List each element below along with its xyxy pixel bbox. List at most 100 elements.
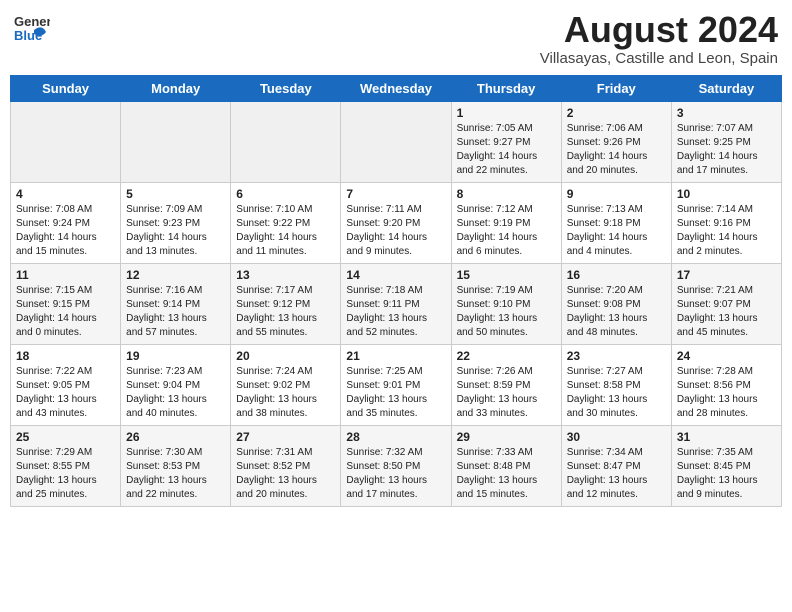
day-info: Sunrise: 7:30 AMSunset: 8:53 PMDaylight:… (126, 446, 225, 502)
calendar-cell: 12 Sunrise: 7:16 AMSunset: 9:14 PMDayligh… (121, 263, 231, 344)
day-number: 15 (457, 268, 556, 282)
day-number: 17 (677, 268, 776, 282)
day-number: 22 (457, 349, 556, 363)
calendar-week-5: 25Sunrise: 7:29 AMSunset: 8:55 PMDayligh… (11, 425, 782, 506)
day-info: Sunrise: 7:06 AMSunset: 9:26 PMDaylight:… (567, 122, 666, 178)
calendar-cell: 29 Sunrise: 7:33 AMSunset: 8:48 PMDayligh… (451, 425, 561, 506)
calendar-cell: 25Sunrise: 7:29 AMSunset: 8:55 PMDayligh… (11, 425, 121, 506)
day-number: 11 (16, 268, 115, 282)
day-number: 13 (236, 268, 335, 282)
weekday-header-tuesday: Tuesday (231, 75, 341, 101)
day-info: Sunrise: 7:14 AMSunset: 9:16 PMDaylight:… (677, 203, 776, 259)
day-info: Sunrise: 7:20 AMSunset: 9:08 PMDaylight:… (567, 284, 666, 340)
day-number: 25 (16, 430, 115, 444)
weekday-header-monday: Monday (121, 75, 231, 101)
page-header: General Blue August 2024 Villasayas, Cas… (10, 10, 782, 67)
day-info: Sunrise: 7:12 AMSunset: 9:19 PMDaylight:… (457, 203, 556, 259)
day-number: 30 (567, 430, 666, 444)
calendar-cell: 15 Sunrise: 7:19 AMSunset: 9:10 PMDayligh… (451, 263, 561, 344)
day-info: Sunrise: 7:10 AMSunset: 9:22 PMDaylight:… (236, 203, 335, 259)
day-info: Sunrise: 7:07 AMSunset: 9:25 PMDaylight:… (677, 122, 776, 178)
day-info: Sunrise: 7:31 AMSunset: 8:52 PMDaylight:… (236, 446, 335, 502)
calendar-cell: 21 Sunrise: 7:25 AMSunset: 9:01 PMDayligh… (341, 344, 451, 425)
calendar-cell: 11 Sunrise: 7:15 AMSunset: 9:15 PMDayligh… (11, 263, 121, 344)
logo: General Blue (14, 10, 50, 46)
day-info: Sunrise: 7:05 AMSunset: 9:27 PMDaylight:… (457, 122, 556, 178)
day-number: 31 (677, 430, 776, 444)
day-info: Sunrise: 7:08 AMSunset: 9:24 PMDaylight:… (16, 203, 115, 259)
day-info: Sunrise: 7:26 AMSunset: 8:59 PMDaylight:… (457, 365, 556, 421)
day-info: Sunrise: 7:15 AMSunset: 9:15 PMDaylight:… (16, 284, 115, 340)
day-info: Sunrise: 7:13 AMSunset: 9:18 PMDaylight:… (567, 203, 666, 259)
day-info: Sunrise: 7:09 AMSunset: 9:23 PMDaylight:… (126, 203, 225, 259)
calendar-week-1: 1 Sunrise: 7:05 AMSunset: 9:27 PMDaylight… (11, 101, 782, 182)
day-number: 20 (236, 349, 335, 363)
calendar-cell: 30 Sunrise: 7:34 AMSunset: 8:47 PMDayligh… (561, 425, 671, 506)
day-number: 14 (346, 268, 445, 282)
day-number: 16 (567, 268, 666, 282)
day-info: Sunrise: 7:34 AMSunset: 8:47 PMDaylight:… (567, 446, 666, 502)
day-info: Sunrise: 7:33 AMSunset: 8:48 PMDaylight:… (457, 446, 556, 502)
day-number: 29 (457, 430, 556, 444)
calendar-cell: 20 Sunrise: 7:24 AMSunset: 9:02 PMDayligh… (231, 344, 341, 425)
calendar-cell: 3 Sunrise: 7:07 AMSunset: 9:25 PMDaylight… (671, 101, 781, 182)
calendar-cell: 18Sunrise: 7:22 AMSunset: 9:05 PMDayligh… (11, 344, 121, 425)
day-info: Sunrise: 7:25 AMSunset: 9:01 PMDaylight:… (346, 365, 445, 421)
day-number: 24 (677, 349, 776, 363)
weekday-header-wednesday: Wednesday (341, 75, 451, 101)
calendar-cell: 26 Sunrise: 7:30 AMSunset: 8:53 PMDayligh… (121, 425, 231, 506)
calendar-cell: 13 Sunrise: 7:17 AMSunset: 9:12 PMDayligh… (231, 263, 341, 344)
day-info: Sunrise: 7:27 AMSunset: 8:58 PMDaylight:… (567, 365, 666, 421)
title-block: August 2024 Villasayas, Castille and Leo… (540, 10, 778, 67)
day-number: 26 (126, 430, 225, 444)
calendar-cell (231, 101, 341, 182)
calendar-cell: 19 Sunrise: 7:23 AMSunset: 9:04 PMDayligh… (121, 344, 231, 425)
day-number: 27 (236, 430, 335, 444)
day-info: Sunrise: 7:17 AMSunset: 9:12 PMDaylight:… (236, 284, 335, 340)
day-info: Sunrise: 7:23 AMSunset: 9:04 PMDaylight:… (126, 365, 225, 421)
day-number: 2 (567, 106, 666, 120)
day-number: 7 (346, 187, 445, 201)
svg-text:Blue: Blue (14, 28, 42, 43)
weekday-header-saturday: Saturday (671, 75, 781, 101)
calendar-week-4: 18Sunrise: 7:22 AMSunset: 9:05 PMDayligh… (11, 344, 782, 425)
day-number: 4 (16, 187, 115, 201)
calendar-cell: 24Sunrise: 7:28 AMSunset: 8:56 PMDayligh… (671, 344, 781, 425)
day-info: Sunrise: 7:21 AMSunset: 9:07 PMDaylight:… (677, 284, 776, 340)
day-number: 12 (126, 268, 225, 282)
calendar-cell (11, 101, 121, 182)
day-number: 10 (677, 187, 776, 201)
calendar-cell: 16 Sunrise: 7:20 AMSunset: 9:08 PMDayligh… (561, 263, 671, 344)
calendar-week-2: 4 Sunrise: 7:08 AMSunset: 9:24 PMDaylight… (11, 182, 782, 263)
day-info: Sunrise: 7:16 AMSunset: 9:14 PMDaylight:… (126, 284, 225, 340)
calendar-week-3: 11 Sunrise: 7:15 AMSunset: 9:15 PMDayligh… (11, 263, 782, 344)
calendar-cell: 28Sunrise: 7:32 AMSunset: 8:50 PMDayligh… (341, 425, 451, 506)
day-number: 8 (457, 187, 556, 201)
day-info: Sunrise: 7:24 AMSunset: 9:02 PMDaylight:… (236, 365, 335, 421)
day-number: 3 (677, 106, 776, 120)
calendar-cell (341, 101, 451, 182)
month-year: August 2024 (540, 10, 778, 50)
weekday-header-thursday: Thursday (451, 75, 561, 101)
weekday-header-friday: Friday (561, 75, 671, 101)
calendar-cell (121, 101, 231, 182)
day-info: Sunrise: 7:35 AMSunset: 8:45 PMDaylight:… (677, 446, 776, 502)
calendar-cell: 31 Sunrise: 7:35 AMSunset: 8:45 PMDayligh… (671, 425, 781, 506)
weekday-header-sunday: Sunday (11, 75, 121, 101)
weekday-header-row: SundayMondayTuesdayWednesdayThursdayFrid… (11, 75, 782, 101)
calendar-cell: 2 Sunrise: 7:06 AMSunset: 9:26 PMDaylight… (561, 101, 671, 182)
logo-icon: General Blue (14, 10, 50, 46)
calendar-table: SundayMondayTuesdayWednesdayThursdayFrid… (10, 75, 782, 507)
day-number: 23 (567, 349, 666, 363)
day-number: 1 (457, 106, 556, 120)
calendar-cell: 1 Sunrise: 7:05 AMSunset: 9:27 PMDaylight… (451, 101, 561, 182)
day-info: Sunrise: 7:19 AMSunset: 9:10 PMDaylight:… (457, 284, 556, 340)
day-number: 9 (567, 187, 666, 201)
day-number: 21 (346, 349, 445, 363)
calendar-cell: 27 Sunrise: 7:31 AMSunset: 8:52 PMDayligh… (231, 425, 341, 506)
calendar-cell: 22 Sunrise: 7:26 AMSunset: 8:59 PMDayligh… (451, 344, 561, 425)
calendar-cell: 4 Sunrise: 7:08 AMSunset: 9:24 PMDaylight… (11, 182, 121, 263)
calendar-cell: 9 Sunrise: 7:13 AMSunset: 9:18 PMDaylight… (561, 182, 671, 263)
day-info: Sunrise: 7:32 AMSunset: 8:50 PMDaylight:… (346, 446, 445, 502)
day-number: 19 (126, 349, 225, 363)
